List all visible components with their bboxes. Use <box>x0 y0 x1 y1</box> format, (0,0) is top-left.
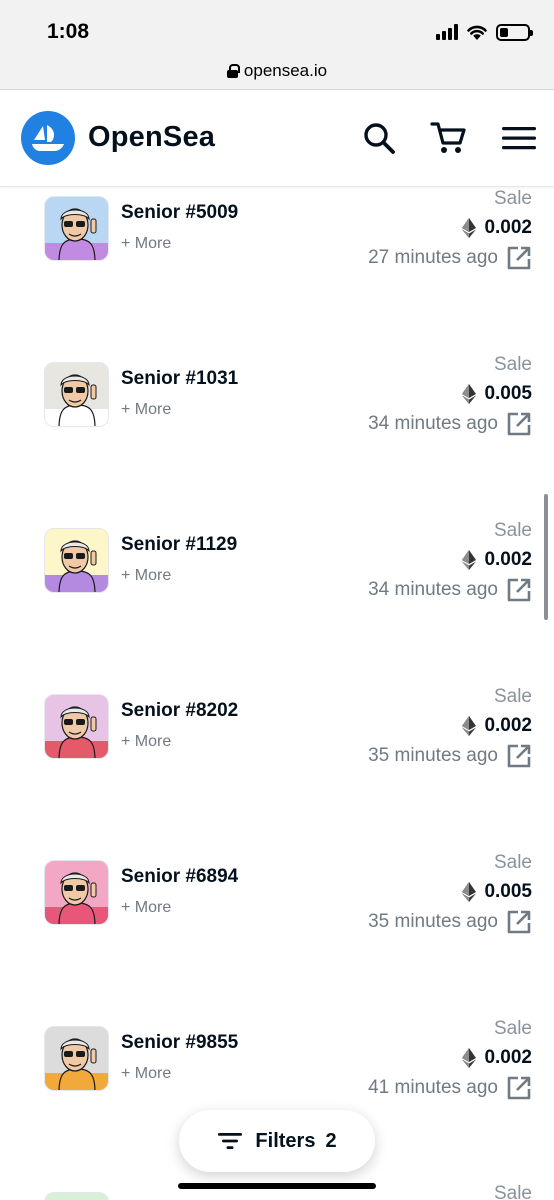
nft-thumbnail[interactable] <box>44 196 109 261</box>
nft-thumbnail[interactable] <box>44 1026 109 1091</box>
price: 0.002 <box>462 715 532 737</box>
browser-url-bar[interactable]: opensea.io <box>0 52 554 90</box>
more-link[interactable]: + More <box>121 401 171 419</box>
activity-row[interactable]: Senior #5009 + More Sale 0.002 27 minute… <box>0 188 554 354</box>
price: 0.002 <box>462 217 532 239</box>
external-link-icon[interactable] <box>506 909 532 935</box>
url-text: opensea.io <box>243 60 328 80</box>
transaction-time[interactable]: 35 minutes ago <box>368 909 532 935</box>
search-icon <box>364 123 395 154</box>
ethereum-icon <box>462 1048 477 1068</box>
event-type: Sale <box>493 520 532 541</box>
event-type: Sale <box>493 1018 532 1039</box>
time-ago-text: 35 minutes ago <box>368 911 498 932</box>
transaction-time[interactable]: 34 minutes ago <box>368 577 532 603</box>
more-link[interactable]: + More <box>121 899 171 917</box>
external-link-icon[interactable] <box>506 577 532 603</box>
menu-button[interactable] <box>499 118 539 158</box>
time-ago-text: 34 minutes ago <box>368 413 498 434</box>
brand-name[interactable]: OpenSea <box>88 121 215 154</box>
filters-button[interactable]: Filters 2 <box>179 1110 375 1172</box>
site-header: OpenSea <box>0 91 554 187</box>
filters-label: Filters <box>255 1129 316 1152</box>
activity-row[interactable]: Senior #8202 + More Sale 0.002 35 minute… <box>0 686 554 852</box>
filters-count: 2 <box>325 1129 337 1152</box>
time-ago-text: 27 minutes ago <box>368 247 498 268</box>
external-link-icon[interactable] <box>506 1075 532 1101</box>
transaction-time[interactable]: 41 minutes ago <box>368 1075 532 1101</box>
ethereum-icon <box>462 716 477 736</box>
home-indicator <box>178 1183 376 1189</box>
transaction-time[interactable]: 27 minutes ago <box>368 245 532 271</box>
nft-thumbnail[interactable] <box>44 860 109 925</box>
ethereum-icon <box>462 218 477 238</box>
price-value: 0.002 <box>484 1047 532 1068</box>
nft-name[interactable]: Senior #1031 <box>121 368 238 390</box>
nft-thumbnail[interactable] <box>44 1192 109 1200</box>
price-value: 0.002 <box>484 549 532 570</box>
external-link-icon[interactable] <box>506 743 532 769</box>
price-value: 0.002 <box>484 715 532 736</box>
status-icons <box>436 22 533 42</box>
transaction-time[interactable]: 35 minutes ago <box>368 743 532 769</box>
price-value: 0.005 <box>484 881 532 902</box>
event-type: Sale <box>493 852 532 873</box>
more-link[interactable]: + More <box>121 235 171 253</box>
scroll-indicator <box>544 494 548 620</box>
ethereum-icon <box>462 882 477 902</box>
nft-thumbnail[interactable] <box>44 528 109 593</box>
cart-icon <box>430 122 466 153</box>
price: 0.005 <box>462 881 532 903</box>
status-time: 1:08 <box>47 20 90 43</box>
lock-icon <box>226 63 240 78</box>
activity-row[interactable]: Senior #1031 + More Sale 0.005 34 minute… <box>0 354 554 520</box>
menu-icon <box>502 127 536 150</box>
activity-row[interactable]: Senior #6894 + More Sale 0.005 35 minute… <box>0 852 554 1018</box>
battery-icon <box>496 23 533 41</box>
more-link[interactable]: + More <box>121 567 171 585</box>
ethereum-icon <box>462 550 477 570</box>
more-link[interactable]: + More <box>121 1065 171 1083</box>
nft-thumbnail[interactable] <box>44 694 109 759</box>
filter-icon <box>218 1133 243 1149</box>
opensea-logo-icon[interactable] <box>21 111 75 165</box>
price: 0.002 <box>462 1047 532 1069</box>
event-type: Sale <box>493 354 532 375</box>
external-link-icon[interactable] <box>506 411 532 437</box>
nft-name[interactable]: Senior #8202 <box>121 700 238 722</box>
more-link[interactable]: + More <box>121 733 171 751</box>
activity-row[interactable]: Senior #1129 + More Sale 0.002 34 minute… <box>0 520 554 686</box>
event-type: Sale <box>493 686 532 707</box>
ethereum-icon <box>462 384 477 404</box>
price-value: 0.002 <box>484 217 532 238</box>
wifi-icon <box>467 25 487 40</box>
time-ago-text: 35 minutes ago <box>368 745 498 766</box>
nft-name[interactable]: Senior #5009 <box>121 202 238 224</box>
cellular-signal-icon <box>436 24 458 40</box>
time-ago-text: 41 minutes ago <box>368 1077 498 1098</box>
nft-thumbnail[interactable] <box>44 362 109 427</box>
price: 0.002 <box>462 549 532 571</box>
time-ago-text: 34 minutes ago <box>368 579 498 600</box>
nft-name[interactable]: Senior #9855 <box>121 1032 238 1054</box>
transaction-time[interactable]: 34 minutes ago <box>368 411 532 437</box>
nft-name[interactable]: Senior #1129 <box>121 534 237 556</box>
cart-button[interactable] <box>428 118 468 158</box>
event-type: Sale <box>493 188 532 209</box>
price: 0.005 <box>462 383 532 405</box>
price-value: 0.005 <box>484 383 532 404</box>
external-link-icon[interactable] <box>506 245 532 271</box>
status-bar: 1:08 <box>0 0 554 52</box>
event-type: Sale <box>493 1183 532 1200</box>
search-button[interactable] <box>359 118 399 158</box>
nft-name[interactable]: Senior #6894 <box>121 866 238 888</box>
